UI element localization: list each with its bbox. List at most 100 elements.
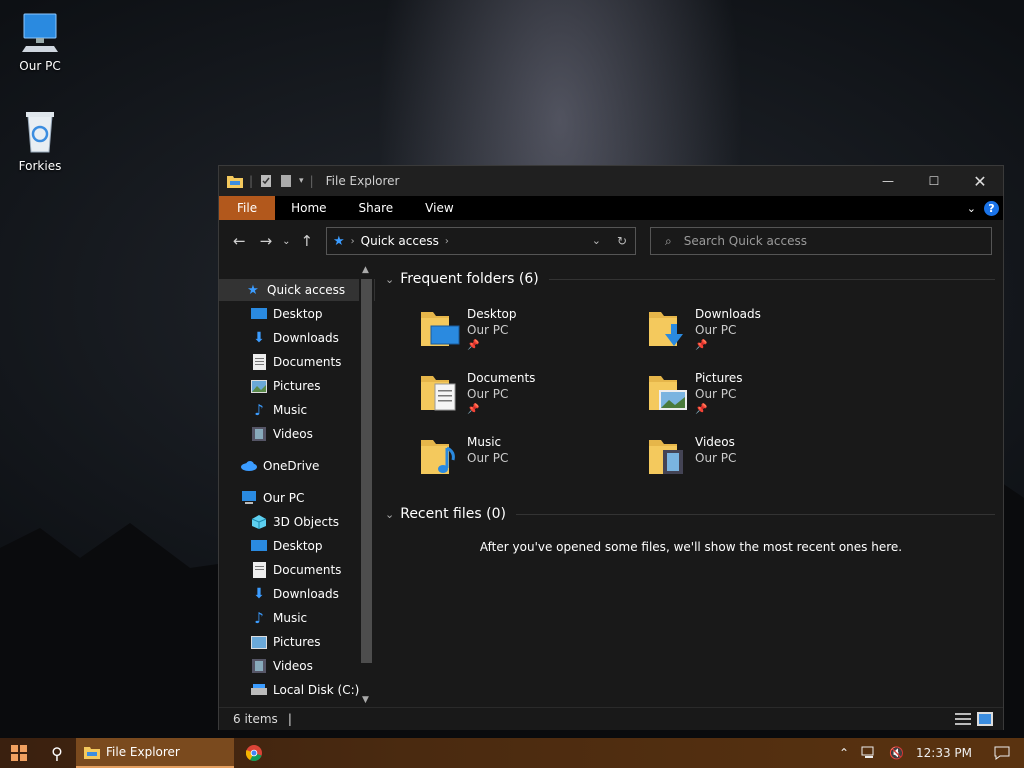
cloud-icon [241,458,257,474]
maximize-button[interactable]: ☐ [911,166,957,196]
breadcrumb-separator-icon[interactable]: › [445,236,449,247]
sidebar-item-label: Our PC [263,491,305,505]
minimize-button[interactable]: — [865,166,911,196]
network-icon[interactable] [861,746,877,760]
start-button[interactable] [0,738,38,768]
close-icon: ✕ [973,171,987,191]
computer-icon [22,13,58,52]
folder-tile-videos[interactable]: Videos Our PC [647,434,867,490]
recent-files-empty-message: After you've opened some files, we'll sh… [479,540,903,554]
music-folder-icon [421,440,455,474]
sidebar-item-pictures[interactable]: Pictures [219,631,375,653]
sidebar-item-label: OneDrive [263,459,320,473]
sidebar-item-videos[interactable]: Videos [219,655,375,677]
expand-ribbon-chevron-icon[interactable]: ⌄ [967,202,976,215]
status-bar: 6 items | [219,707,1003,730]
tab-file[interactable]: File [219,196,276,220]
quick-access-star-icon: ★ [333,233,345,249]
sidebar-item-our-pc[interactable]: Our PC [219,487,375,509]
sidebar-item-downloads[interactable]: ⬇ Downloads 📌 [219,327,375,349]
scroll-down-icon[interactable]: ▼ [362,695,369,705]
navigation-pane-scrollbar[interactable]: ▲ ▼ [359,263,374,707]
clock[interactable]: 12:33 PM [916,746,972,760]
search-icon: ⚲ [51,743,63,763]
sidebar-item-desktop[interactable]: Desktop 📌 [219,303,375,325]
show-hidden-icons-chevron-icon[interactable]: ⌃ [839,746,849,760]
sidebar-item-videos[interactable]: Videos [219,423,375,445]
desktop-icon-recycle-bin[interactable]: Forkies [8,108,72,173]
large-icons-view-icon[interactable] [977,712,993,726]
ribbon-tabs: File Home Share View ⌄ ? [219,196,1003,220]
sidebar-item-onedrive[interactable]: OneDrive [219,455,375,477]
scrollbar-thumb[interactable] [361,279,372,663]
sidebar-item-label: Videos [273,427,313,441]
search-box[interactable]: ⌕ [650,227,992,255]
breadcrumb-quick-access[interactable]: Quick access [361,234,439,248]
sidebar-item-label: Documents [273,563,342,577]
sidebar-item-pictures[interactable]: Pictures 📌 [219,375,375,397]
group-header-frequent[interactable]: ⌄ Frequent folders (6) [385,271,995,287]
downloads-folder-icon [649,312,683,346]
properties-icon[interactable] [259,174,273,188]
recent-locations-chevron-icon[interactable]: ⌄ [282,236,290,247]
folder-tile-downloads[interactable]: Downloads Our PC 📌 [647,306,867,362]
music-icon: ♪ [254,609,264,627]
video-icon [251,426,267,442]
folder-location: Our PC [695,451,737,465]
new-folder-icon[interactable] [279,174,293,188]
folder-tile-pictures[interactable]: Pictures Our PC 📌 [647,370,867,426]
group-header-recent[interactable]: ⌄ Recent files (0) [385,506,995,522]
disk-icon [251,682,267,698]
folder-name: Documents [467,371,536,385]
taskbar-app-file-explorer[interactable]: File Explorer [76,738,234,768]
up-arrow-icon[interactable]: ↑ [301,232,314,250]
taskbar-app-chrome[interactable] [234,738,274,768]
sidebar-item-label: Desktop [273,307,323,321]
scroll-up-icon[interactable]: ▲ [362,265,369,275]
details-view-icon[interactable] [955,712,971,726]
sidebar-item-documents[interactable]: Documents [219,559,375,581]
customize-toolbar-chevron-icon[interactable]: ▾ [299,176,304,186]
sidebar-item-downloads[interactable]: ⬇ Downloads [219,583,375,605]
sidebar-item-3d-objects[interactable]: 3D Objects [219,511,375,533]
sidebar-item-local-disk[interactable]: Local Disk (C:) [219,679,375,701]
forward-arrow-icon[interactable]: → [260,232,273,250]
video-icon [251,658,267,674]
close-button[interactable]: ✕ [957,166,1003,196]
folder-app-icon [227,176,243,188]
help-button[interactable]: ? [984,200,999,216]
collapse-chevron-icon: ⌄ [385,507,395,521]
music-icon: ♪ [254,401,264,419]
tab-view[interactable]: View [409,196,469,220]
tab-home[interactable]: Home [275,196,342,220]
documents-folder-icon [421,376,456,411]
sidebar-item-music[interactable]: ♪ Music [219,607,375,629]
minimize-icon: — [882,174,894,188]
sidebar-item-music[interactable]: ♪ Music [219,399,375,421]
address-bar[interactable]: ★ › Quick access › ⌄ ↻ [326,227,636,255]
picture-icon [251,378,267,394]
folder-tile-music[interactable]: Music Our PC [419,434,639,490]
window-title: File Explorer [325,174,400,188]
desktop-icon-label: Forkies [18,159,62,173]
desktop-icon [251,306,267,322]
search-input[interactable] [681,233,966,249]
tab-share[interactable]: Share [343,196,410,220]
sidebar-item-label: Pictures [273,379,321,393]
search-button[interactable]: ⚲ [38,738,76,768]
desktop-icon-our-pc[interactable]: Our PC [8,10,72,73]
back-arrow-icon[interactable]: ← [233,232,246,250]
taskbar: ⚲ File Explorer ⌃ 🔇 12:33 PM [0,738,1024,768]
sidebar-item-documents[interactable]: Documents 📌 [219,351,375,373]
file-explorer-window: | ▾ | File Explorer — ☐ ✕ File Home Shar… [218,165,1004,730]
sidebar-item-quick-access[interactable]: ★ Quick access [219,279,375,301]
volume-muted-icon[interactable]: 🔇 [889,746,904,760]
folder-tile-desktop[interactable]: Desktop Our PC 📌 [419,306,639,362]
title-bar[interactable]: | ▾ | File Explorer — ☐ ✕ [219,166,1003,196]
action-center-icon[interactable] [994,746,1010,760]
folder-name: Music [467,435,502,449]
refresh-icon[interactable]: ↻ [617,234,627,248]
folder-tile-documents[interactable]: Documents Our PC 📌 [419,370,639,426]
address-history-chevron-icon[interactable]: ⌄ [592,234,601,248]
sidebar-item-desktop[interactable]: Desktop [219,535,375,557]
